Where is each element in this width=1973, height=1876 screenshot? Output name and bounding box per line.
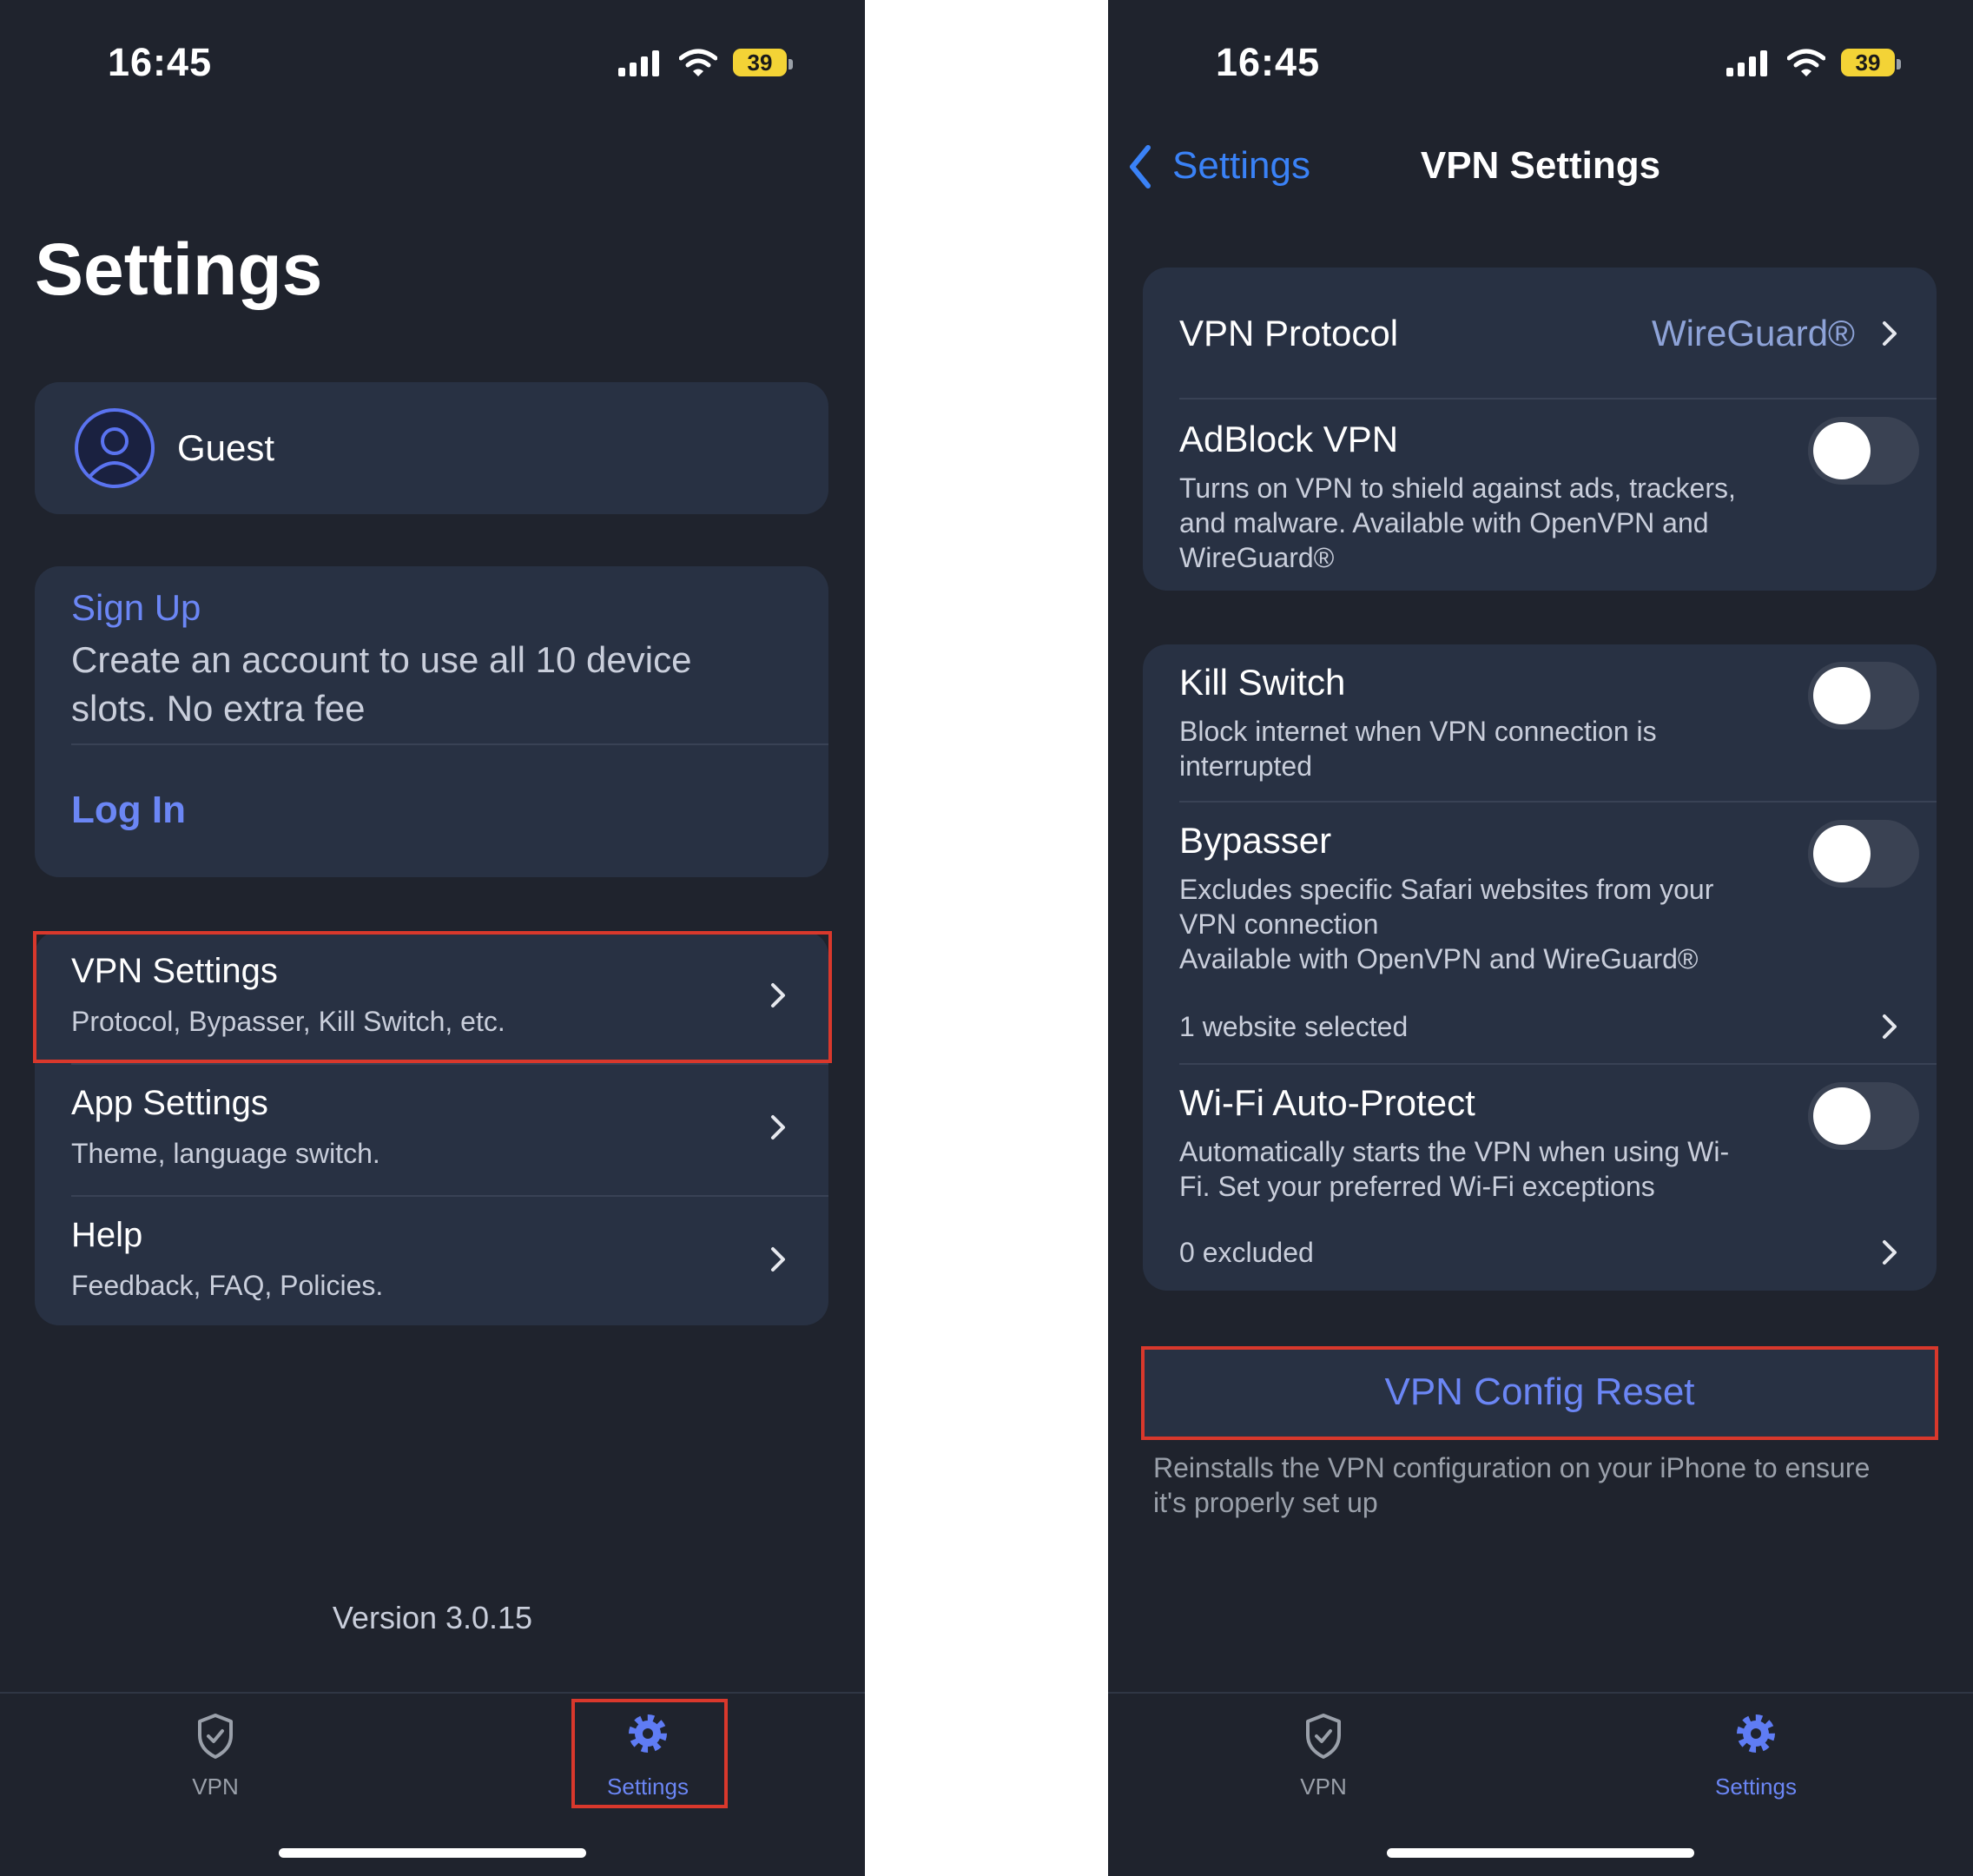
signal-icon <box>1726 50 1767 76</box>
menu-item-title: Help <box>71 1216 143 1254</box>
tab-vpn[interactable]: VPN <box>129 1694 302 1824</box>
description-line: Excludes specific Safari websites from y… <box>1179 874 1714 905</box>
chevron-right-icon <box>1883 321 1897 346</box>
battery-indicator: 39 <box>733 49 787 76</box>
signup-card: Sign Up Create an account to use all 10 … <box>35 566 828 877</box>
settings-screen: 16:45 39 Settings Guest Sign Up Create a… <box>0 0 865 1876</box>
status-icons: 39 <box>618 45 793 80</box>
description-line: it's properly set up <box>1153 1487 1378 1518</box>
chevron-right-icon <box>771 1115 785 1139</box>
bypasser-description: Excludes specific Safari websites from y… <box>1179 872 1713 976</box>
highlight-box <box>33 931 832 1063</box>
description-line: Fi. Set your preferred Wi-Fi exceptions <box>1179 1171 1655 1202</box>
vpn-protocol-label: VPN Protocol <box>1179 313 1399 353</box>
reset-description: Reinstalls the VPN configuration on your… <box>1153 1450 1870 1520</box>
bypasser-toggle[interactable] <box>1808 820 1919 888</box>
shield-check-icon <box>1306 1714 1341 1759</box>
nav-title: VPN Settings <box>1420 144 1661 187</box>
status-time: 16:45 <box>1216 40 1321 84</box>
wifi-exclusions-row[interactable]: 0 excluded <box>1143 1219 1937 1289</box>
description-line: Block internet when VPN connection is <box>1179 716 1657 747</box>
menu-item-subtitle: Theme, language switch. <box>71 1138 380 1169</box>
wifi-icon <box>679 49 717 76</box>
divider <box>1179 1063 1937 1065</box>
profile-card[interactable]: Guest <box>35 382 828 514</box>
toggle-knob <box>1813 667 1871 724</box>
divider <box>1179 398 1937 400</box>
tab-vpn[interactable]: VPN <box>1237 1694 1410 1824</box>
bypasser-detail: 1 website selected <box>1179 1011 1409 1042</box>
chevron-right-icon <box>771 1247 785 1272</box>
status-icons: 39 <box>1726 45 1901 80</box>
home-indicator <box>1387 1848 1694 1858</box>
chevron-right-icon <box>1883 1014 1897 1039</box>
wifi-auto-protect-toggle[interactable] <box>1808 1082 1919 1150</box>
adblock-title: AdBlock VPN <box>1179 419 1399 459</box>
home-indicator <box>279 1848 586 1858</box>
profile-name: Guest <box>177 427 275 468</box>
menu-item-subtitle: Feedback, FAQ, Policies. <box>71 1270 384 1301</box>
highlight-box <box>571 1699 728 1808</box>
page-title: Settings <box>35 228 323 310</box>
bypasser-websites-row[interactable]: 1 website selected <box>1143 992 1937 1061</box>
chevron-right-icon <box>1883 1240 1897 1265</box>
protocol-card: VPN Protocol WireGuard® AdBlock VPN Turn… <box>1143 268 1937 591</box>
battery-cap <box>1897 59 1901 69</box>
shield-check-icon <box>198 1714 233 1759</box>
description-line: Reinstalls the VPN configuration on your… <box>1153 1452 1871 1483</box>
status-time: 16:45 <box>108 40 213 84</box>
description-line: interrupted <box>1179 750 1312 782</box>
description-line: and malware. Available with OpenVPN and <box>1179 507 1709 538</box>
kill-switch-toggle[interactable] <box>1808 662 1919 730</box>
signal-icon <box>618 50 659 76</box>
wifi-auto-protect-title: Wi-Fi Auto-Protect <box>1179 1082 1475 1123</box>
menu-item-help[interactable]: Help Feedback, FAQ, Policies. <box>35 1197 828 1325</box>
description-line: Turns on VPN to shield against ads, trac… <box>1179 472 1736 504</box>
tab-label: VPN <box>192 1774 239 1800</box>
app-version: Version 3.0.15 <box>332 1600 533 1635</box>
highlight-box <box>1141 1346 1938 1440</box>
log-in-link[interactable]: Log In <box>71 789 186 832</box>
description-line: VPN connection <box>1179 908 1379 940</box>
toggle-knob <box>1813 1087 1871 1145</box>
battery-indicator: 39 <box>1841 49 1895 76</box>
security-options-card: Kill Switch Block internet when VPN conn… <box>1143 644 1937 1291</box>
adblock-description: Turns on VPN to shield against ads, trac… <box>1179 471 1736 575</box>
kill-switch-title: Kill Switch <box>1179 662 1346 703</box>
menu-item-title: App Settings <box>71 1084 268 1122</box>
signup-description: Create an account to use all 10 device s… <box>71 636 691 733</box>
adblock-toggle[interactable] <box>1808 417 1919 485</box>
description-line: Automatically starts the VPN when using … <box>1179 1136 1730 1167</box>
vpn-settings-screen: 16:45 39 Settings VPN Settings VPN Proto… <box>1108 0 1973 1876</box>
divider <box>1179 801 1937 803</box>
toggle-knob <box>1813 825 1871 882</box>
signup-description-line: slots. No extra fee <box>71 688 366 729</box>
description-line: WireGuard® <box>1179 542 1335 573</box>
bypasser-title: Bypasser <box>1179 820 1332 861</box>
wifi-exclusions-detail: 0 excluded <box>1179 1237 1314 1268</box>
battery-cap <box>789 59 793 69</box>
toggle-knob <box>1813 422 1871 479</box>
avatar-icon <box>75 408 155 488</box>
menu-item-app-settings[interactable]: App Settings Theme, language switch. <box>35 1065 828 1195</box>
gear-icon <box>1737 1714 1775 1753</box>
divider <box>71 743 828 745</box>
tab-label: VPN <box>1300 1774 1347 1800</box>
vpn-protocol-row[interactable]: VPN Protocol WireGuard® <box>1143 268 1937 398</box>
tab-label: Settings <box>1715 1774 1797 1800</box>
sign-up-link[interactable]: Sign Up <box>71 587 201 629</box>
wifi-auto-protect-description: Automatically starts the VPN when using … <box>1179 1134 1729 1204</box>
signup-description-line: Create an account to use all 10 device <box>71 639 692 680</box>
tab-settings[interactable]: Settings <box>1669 1694 1843 1824</box>
vpn-protocol-value: WireGuard® <box>1652 313 1855 353</box>
kill-switch-description: Block internet when VPN connection is in… <box>1179 714 1657 783</box>
description-line: Available with OpenVPN and WireGuard® <box>1179 943 1699 974</box>
wifi-icon <box>1787 49 1825 76</box>
